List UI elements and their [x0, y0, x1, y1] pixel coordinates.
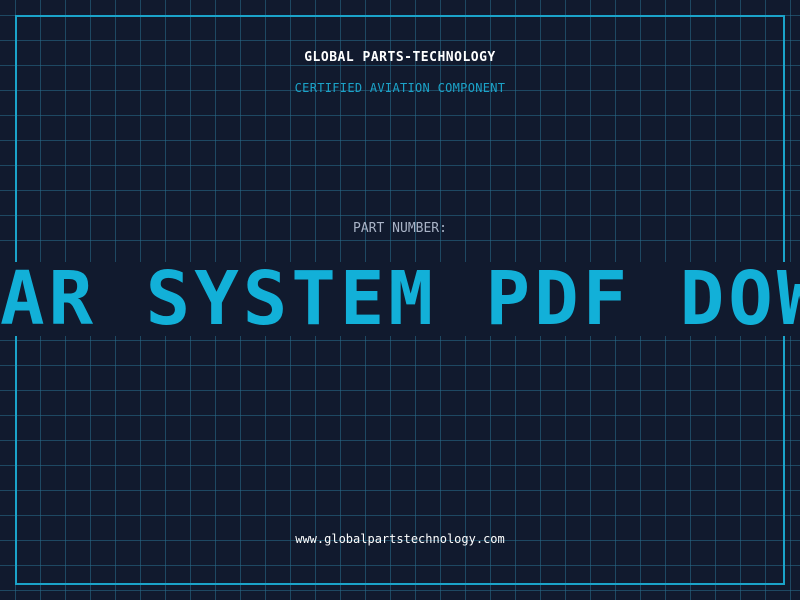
brand-title: GLOBAL PARTS-TECHNOLOGY — [304, 50, 496, 65]
certificate-page: GLOBAL PARTS-TECHNOLOGY CERTIFIED AVIATI… — [0, 0, 800, 600]
part-number-value: AR SYSTEM PDF DOWNL — [0, 262, 800, 336]
website-url[interactable]: www.globalpartstechnology.com — [0, 532, 800, 546]
part-number-band: AR SYSTEM PDF DOWNL — [0, 262, 800, 336]
part-number-label: PART NUMBER: — [353, 221, 447, 236]
brand-subtitle: CERTIFIED AVIATION COMPONENT — [294, 81, 506, 95]
